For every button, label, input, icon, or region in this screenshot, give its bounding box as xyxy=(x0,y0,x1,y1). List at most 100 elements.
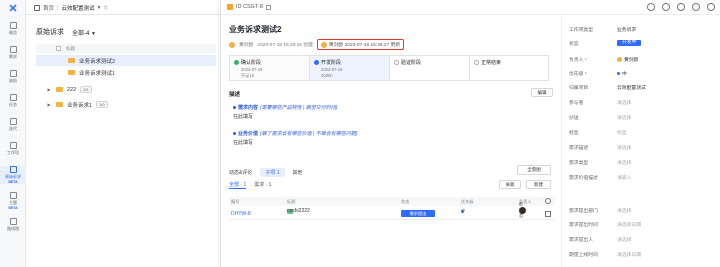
rail-item-label: 迭代 xyxy=(9,126,17,131)
expand-icon[interactable] xyxy=(692,3,700,11)
list-item[interactable]: 业务诉求测试1 xyxy=(36,67,216,78)
property-value[interactable]: 请选择 xyxy=(617,144,631,151)
subtab-all[interactable]: 全部 · 1 xyxy=(229,181,247,189)
col-title: 标题 xyxy=(287,199,296,204)
edit-button[interactable]: 编辑 xyxy=(531,88,553,97)
property-value[interactable]: 云效配置测试 xyxy=(617,84,646,91)
all-view-button[interactable]: 全景图 xyxy=(517,165,551,175)
property-value[interactable]: 请选择日期 xyxy=(617,251,641,258)
external-link-icon[interactable] xyxy=(545,211,551,217)
child-count-badge: 0/1 xyxy=(80,86,92,93)
item-title[interactable]: 业务诉求测试2 xyxy=(229,24,281,35)
theme-icon xyxy=(9,192,17,199)
stage-3[interactable]: 验证阶段 xyxy=(389,55,469,81)
desc-value[interactable]: 在此填写 xyxy=(233,113,337,120)
rail-item-3[interactable]: 缺陷 xyxy=(0,70,26,84)
tab-children[interactable]: 子项 1 xyxy=(260,167,285,177)
tab-activity[interactable]: 动态&评论 xyxy=(229,169,252,176)
view-filter-dropdown[interactable]: 全部-4 ▼ xyxy=(72,28,96,37)
property-label: 参与者 xyxy=(569,101,584,106)
rail-item-label: 路线图 xyxy=(7,226,19,231)
property-value[interactable]: 请选择 xyxy=(617,207,631,214)
stage-4[interactable]: 正常结束 xyxy=(469,55,549,81)
rail-item-label: 工作项 xyxy=(7,150,19,155)
col-status: 状态 xyxy=(401,199,410,204)
expand-arrow-icon[interactable]: ▶ xyxy=(46,87,52,92)
tab-other[interactable]: 其他 xyxy=(293,169,303,176)
rail-item-8[interactable]: 主题 BETA xyxy=(0,192,26,210)
table-row[interactable]: DHYW-8 ceshi2222 需求提出 中 赵文哲 xyxy=(229,201,555,220)
breadcrumb-home[interactable]: 首页 xyxy=(43,4,54,12)
caret-down-icon: ▼ xyxy=(91,30,96,37)
stage-date: 2023-07-18 xyxy=(241,67,263,72)
child-title[interactable]: ceshi2222 xyxy=(287,208,310,214)
creator-name: 黄剑醇 xyxy=(239,43,254,48)
list-item-label: 业务诉求1 xyxy=(67,102,93,109)
property-label: 标签 xyxy=(569,131,579,136)
chevron-down-icon[interactable]: ▾ xyxy=(97,5,100,11)
copy-icon[interactable] xyxy=(265,4,271,10)
child-count-badge: 1/0 xyxy=(96,101,108,108)
rail-item-2[interactable]: 需求 xyxy=(0,46,26,60)
property-label: 需求描述 xyxy=(569,146,589,151)
rail-item-9[interactable]: 路线图 xyxy=(0,218,26,232)
item-meta: 黄剑醇 2023-07-18 15:26:16 创建 黄剑醇 2023-07-1… xyxy=(229,39,405,50)
property-label: 抄送 xyxy=(569,116,579,121)
share-icon[interactable] xyxy=(647,3,655,11)
link-icon[interactable] xyxy=(662,3,670,11)
property-value[interactable]: 业务诉求 xyxy=(617,26,636,33)
child-status-badge[interactable]: 需求提出 xyxy=(401,210,435,217)
stage-name: 开发阶段 xyxy=(321,60,342,66)
bug-icon xyxy=(9,70,17,77)
column-title-label: 标题 xyxy=(66,45,75,51)
rail-item-5[interactable]: 迭代 xyxy=(0,118,26,132)
rail-item-label: 缺陷 xyxy=(9,78,17,83)
select-all-checkbox[interactable] xyxy=(56,46,61,51)
property-value[interactable]: 请选择日期 xyxy=(617,221,641,228)
stage-name-row: 验证阶段 xyxy=(394,59,465,66)
property-value[interactable]: 请选择 xyxy=(617,159,631,166)
expand-arrow-icon[interactable]: ▶ xyxy=(46,102,52,107)
rail-item-6[interactable]: 工作项 xyxy=(0,142,26,156)
rail-item-1[interactable]: 概览 xyxy=(0,22,26,36)
property-value[interactable]: 开发中 xyxy=(617,40,642,46)
priority-dot-icon xyxy=(617,72,620,75)
property-value[interactable]: 中 xyxy=(617,70,627,77)
more-icon[interactable] xyxy=(677,3,685,11)
child-code[interactable]: DHYW-8 xyxy=(231,211,251,217)
updated-info: 黄剑醇 2023-07-18 15:36:27 更新 xyxy=(316,39,405,50)
property-value-text: 中 xyxy=(622,72,627,77)
subtab-requirement[interactable]: 需求 · 1 xyxy=(254,181,271,189)
property-value[interactable]: 黄剑醇 xyxy=(617,56,638,63)
property-value[interactable]: 请选择 xyxy=(617,99,631,106)
app-logo-icon[interactable]: ✕ xyxy=(7,3,19,15)
property-row: 负责人 * 黄剑醇 xyxy=(569,55,715,65)
relate-button[interactable]: 关联 xyxy=(499,180,521,189)
child-filter-tabs: 全部 · 1 需求 · 1 xyxy=(229,181,271,189)
close-icon[interactable] xyxy=(707,3,715,11)
desc-section-content: 需求内容 (需要哪些产品特性 | 期望交付时间) 在此填写 xyxy=(233,104,337,120)
gear-icon[interactable] xyxy=(545,198,551,204)
property-value[interactable]: 请选择 xyxy=(617,236,631,243)
property-value[interactable]: 请选择 xyxy=(617,114,631,121)
star-icon[interactable]: ☆ xyxy=(103,5,108,11)
property-value[interactable]: 请输入 xyxy=(617,174,631,181)
property-label: 负责人 * xyxy=(569,58,587,63)
rail-item-4[interactable]: 任务 xyxy=(0,94,26,108)
left-rail: ✕ 概览需求缺陷任务迭代工作项原始诉求 BETA 主题 BETA 路线图 xyxy=(0,0,26,267)
breadcrumb-project[interactable]: 云效配置测试 xyxy=(61,4,94,12)
stage-date: 2023-07-18 xyxy=(321,67,343,72)
rail-item-7[interactable]: 原始诉求 BETA xyxy=(0,166,26,184)
list-item[interactable]: ▶ 业务诉求1 1/0 xyxy=(36,99,216,110)
stage-1[interactable]: 确认阶段 2023-07-18 不足1h xyxy=(229,55,309,81)
requirement-icon xyxy=(9,46,17,53)
list-item[interactable]: ▶ 222 0/1 xyxy=(36,84,216,95)
property-value[interactable]: 标签 xyxy=(617,129,627,136)
beta-badge: BETA xyxy=(8,180,18,184)
stage-2[interactable]: 开发阶段 2023-07-18 10d0h xyxy=(309,55,389,81)
desc-value[interactable]: 在此填写 xyxy=(233,139,357,146)
property-label: 优先级 * xyxy=(569,72,587,77)
new-button[interactable]: 新建 xyxy=(526,180,551,189)
desc-title: 需求内容 xyxy=(238,105,259,111)
list-item[interactable]: 业务诉求测试2 xyxy=(36,55,216,66)
